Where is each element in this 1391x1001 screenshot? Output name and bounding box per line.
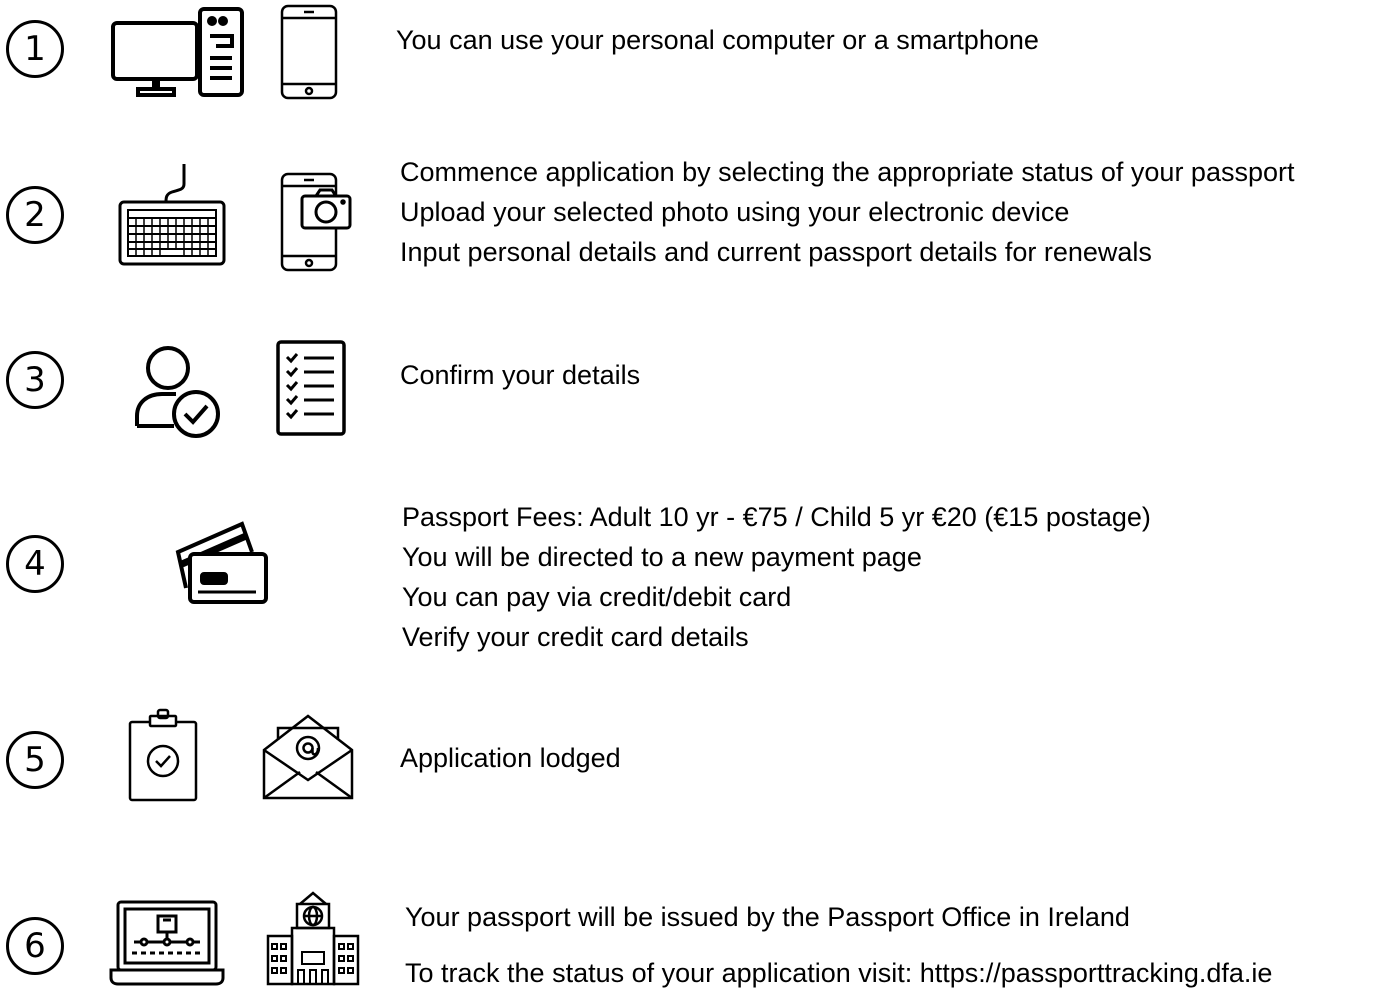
step-number-1: 1 (6, 20, 64, 78)
step-4-line-1: Passport Fees: Adult 10 yr - €75 / Child… (402, 502, 1151, 532)
government-building-icon (264, 890, 362, 986)
checklist-icon (276, 340, 346, 436)
step-4-line-2: You will be directed to a new payment pa… (402, 542, 922, 572)
desktop-computer-icon (110, 6, 245, 98)
smartphone-camera-icon (280, 172, 354, 272)
step-1-line-1: You can use your personal computer or a … (396, 25, 1039, 55)
step-6-line-2: To track the status of your application … (405, 958, 1273, 988)
step-4-line-3: You can pay via credit/debit card (402, 582, 792, 612)
clipboard-check-icon (128, 708, 198, 802)
credit-cards-icon (175, 518, 270, 606)
laptop-icon (109, 900, 225, 986)
step-6-line-1: Your passport will be issued by the Pass… (405, 902, 1130, 932)
user-check-icon (134, 344, 226, 440)
step-2-text: Commence application by selecting the ap… (400, 152, 1295, 272)
step-4-text: Passport Fees: Adult 10 yr - €75 / Child… (402, 497, 1151, 657)
step-3-line-1: Confirm your details (400, 360, 641, 390)
step-1-text: You can use your personal computer or a … (396, 20, 1039, 60)
step-2-line-3: Input personal details and current passp… (400, 237, 1152, 267)
step-2-line-2: Upload your selected photo using your el… (400, 197, 1070, 227)
step-number-3: 3 (6, 351, 64, 409)
step-number-2: 2 (6, 186, 64, 244)
step-5-line-1: Application lodged (400, 743, 621, 773)
step-6-text: Your passport will be issued by the Pass… (405, 889, 1272, 1001)
step-4-line-4: Verify your credit card details (402, 622, 749, 652)
email-envelope-icon (262, 710, 354, 800)
keyboard-icon (118, 162, 226, 266)
step-number-6: 6 (6, 917, 64, 975)
step-number-4: 4 (6, 535, 64, 593)
smartphone-icon (280, 4, 338, 100)
step-number-5: 5 (6, 731, 64, 789)
step-2-line-1: Commence application by selecting the ap… (400, 157, 1295, 187)
step-5-text: Application lodged (400, 738, 621, 778)
step-3-text: Confirm your details (400, 355, 640, 395)
